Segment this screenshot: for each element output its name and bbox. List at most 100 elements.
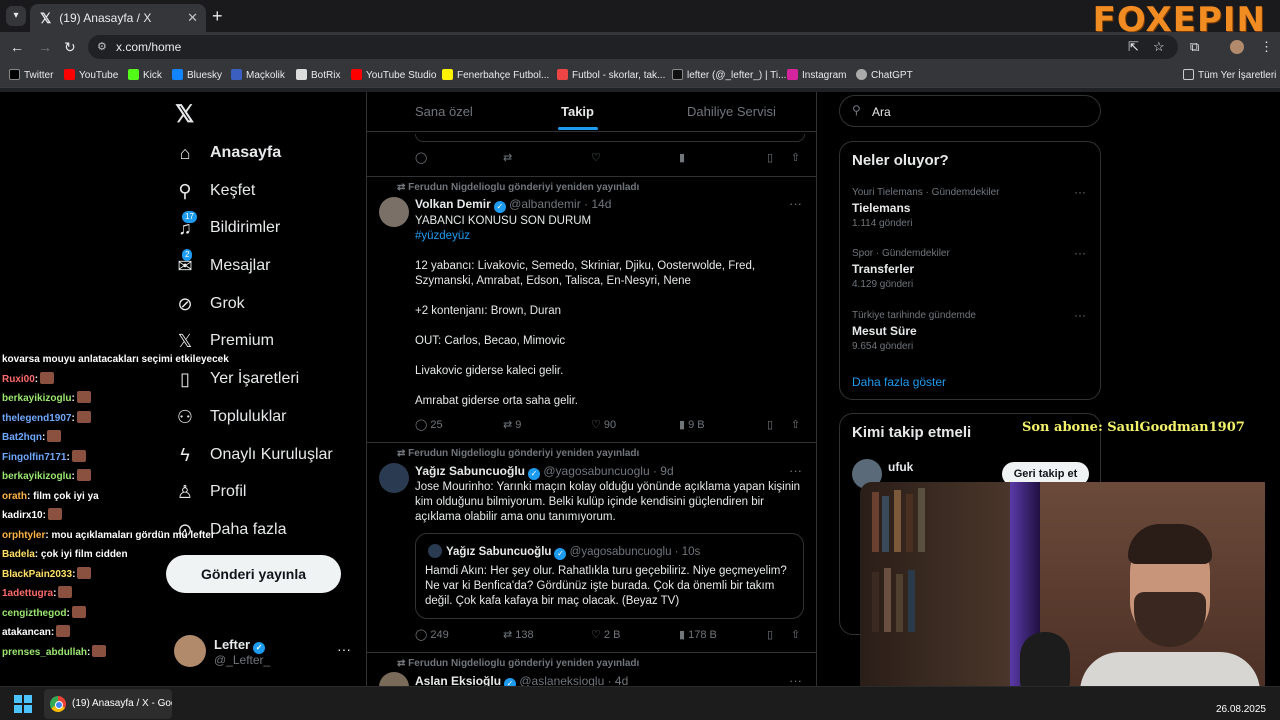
tab-following[interactable]: Takip (561, 104, 594, 119)
address-bar[interactable]: ⚙ x.com/home (88, 35, 1178, 59)
stream-chat-overlay: kovarsa mouyu anlatacakları seçimi etkil… (2, 350, 242, 662)
like-icon[interactable]: ♡ (591, 151, 601, 164)
tab-search-icon[interactable]: ▾ (6, 6, 26, 26)
more-icon[interactable]: ··· (1074, 246, 1086, 260)
tweet-header: Volkan Demir ✓ @albandemir · 14d (415, 197, 612, 213)
emote-icon (71, 605, 86, 618)
more-icon[interactable]: ··· (1074, 308, 1086, 322)
show-more-link[interactable]: Daha fazla göster (852, 375, 946, 389)
more-icon[interactable]: ··· (1074, 185, 1086, 199)
repost-button[interactable]: ⇄ 9 (503, 418, 521, 431)
sidebar-item-home[interactable]: ⌂ Anasayfa (174, 142, 282, 164)
quoted-tweet[interactable]: Yağız Sabuncuoğlu ✓ @yagosabuncuoglu · 10… (415, 533, 804, 619)
trend-item[interactable]: Türkiye tarihinde gündemde Mesut Süre 9.… (852, 308, 1092, 352)
avatar[interactable] (379, 463, 409, 493)
emote-icon (77, 566, 92, 579)
back-icon[interactable]: ← (10, 39, 24, 55)
bookmark-instagram[interactable]: Instagram (787, 69, 846, 81)
reload-icon[interactable]: ↻ (64, 39, 76, 56)
bookmark-chatgpt[interactable]: ChatGPT (856, 69, 913, 81)
profile-avatar-icon[interactable] (1230, 40, 1244, 54)
chat-username: berkayikizoglu (2, 393, 72, 404)
sidebar-item-grok[interactable]: ⊘ Grok (174, 293, 244, 315)
bookmark-icon[interactable]: ▯ (767, 628, 773, 641)
tiktok-icon (672, 69, 683, 80)
repost-button[interactable]: ⇄ 138 (503, 628, 534, 641)
sidebar-item-premium[interactable]: 𝕏 Premium (174, 330, 274, 352)
share-icon[interactable]: ⇧ (791, 628, 800, 641)
x-logo[interactable]: 𝕏 (175, 100, 194, 129)
bookmark-fenerbahce[interactable]: Fenerbahçe Futbol... (442, 69, 549, 81)
views-icon[interactable]: ▮ (679, 151, 685, 164)
share-icon[interactable]: ⇧ (791, 418, 800, 431)
search-icon: ⚲ (852, 103, 861, 117)
chat-username: Bat2hqn (2, 432, 42, 443)
trend-item[interactable]: Youri Tielemans · Gündemdekiler Tieleman… (852, 185, 1092, 229)
follow-suggestion-name[interactable]: ufuk (888, 460, 913, 474)
bookmark-icon[interactable]: ▯ (767, 418, 773, 431)
sidebar-item-notifications[interactable]: ♫ 17 Bildirimler (174, 211, 280, 239)
like-button[interactable]: ♡ 2 B (591, 628, 620, 641)
menu-icon[interactable]: ⋮ (1260, 39, 1273, 55)
more-icon[interactable]: ··· (337, 641, 351, 657)
browser-tab[interactable]: 𝕏 (19) Anasayfa / X ✕ (30, 4, 206, 32)
taskbar-chrome-app[interactable]: (19) Anasayfa / X - Goog (44, 689, 172, 719)
more-icon[interactable]: ··· (789, 463, 802, 478)
extensions-icon[interactable]: ⧉ (1190, 39, 1199, 55)
windows-start-icon[interactable] (14, 695, 32, 713)
chat-text: : (71, 393, 75, 404)
sidebar-item-messages[interactable]: ✉ 2 Mesajlar (174, 249, 270, 277)
chat-text: : (71, 412, 75, 424)
all-bookmarks-folder[interactable]: Tüm Yer İşaretleri (1183, 69, 1276, 81)
star-icon[interactable]: ☆ (1153, 39, 1165, 55)
hashtag-link[interactable]: #yüzdeyüz (415, 229, 805, 244)
more-icon[interactable]: ··· (789, 196, 802, 211)
bookmark-bluesky[interactable]: Bluesky (172, 69, 222, 81)
tweet-header: Yağız Sabuncuoğlu ✓ @yagosabuncuoglu · 9d (415, 464, 674, 480)
bookmark-futbol[interactable]: Futbol - skorlar, tak... (557, 69, 665, 81)
repost-icon[interactable]: ⇄ (503, 151, 512, 164)
forward-icon[interactable]: → (38, 39, 52, 55)
chat-text: : film çok iyi ya (27, 490, 99, 502)
tab-dahiliye-servisi[interactable]: Dahiliye Servisi (687, 104, 776, 119)
bluesky-icon (172, 69, 183, 80)
bookmark-tiktok[interactable]: lefter (@_lefter_) | Ti... (672, 69, 786, 81)
bookmark-icon[interactable]: ▯ (767, 151, 773, 164)
tweet-text: YABANCI KONUSU SON DURUM #yüzdeyüz 12 yaba… (415, 214, 805, 409)
bookmark-botrix[interactable]: BotRix (296, 69, 340, 81)
avatar[interactable] (379, 197, 409, 227)
bookmark-mackolik[interactable]: Maçkolik (231, 69, 285, 81)
search-input[interactable]: ⚲ Ara (839, 95, 1101, 127)
tab-for-you[interactable]: Sana özel (415, 104, 473, 119)
site-info-icon[interactable]: ⚙ (97, 40, 107, 53)
like-button[interactable]: ♡ 90 (591, 418, 616, 431)
bookmark-youtube[interactable]: YouTube (64, 69, 118, 81)
sidebar-item-explore[interactable]: ⚲ Keşfet (174, 180, 255, 202)
chat-message: berkayikizoglu: (2, 467, 242, 487)
new-tab-button[interactable]: + (212, 6, 223, 27)
book (896, 574, 903, 632)
reply-button[interactable]: ◯ 25 (415, 418, 443, 431)
views-button[interactable]: ▮ 9 B (679, 418, 705, 431)
reply-icon[interactable]: ◯ (415, 151, 427, 164)
install-app-icon[interactable]: ⇱ (1128, 39, 1139, 55)
bookmark-youtube-studio[interactable]: YouTube Studio (351, 69, 436, 81)
tweet-actions: ◯ 25 ⇄ 9 ♡ 90 ▮ 9 B ▯ ⇧ (415, 418, 809, 434)
emote-icon (76, 391, 91, 403)
bell-icon: ♫ 17 (174, 211, 197, 239)
views-button[interactable]: ▮ 178 B (679, 628, 717, 641)
trends-title: Neler oluyor? (852, 152, 949, 169)
bookmark-kick[interactable]: Kick (128, 69, 162, 81)
reply-button[interactable]: ◯ 249 (415, 628, 449, 641)
book (906, 494, 913, 552)
share-icon[interactable]: ⇧ (791, 151, 800, 164)
tab-strip: ▾ 𝕏 (19) Anasayfa / X ✕ + FOXEPIN (0, 0, 1280, 40)
youtube-icon (64, 69, 75, 80)
main-feed: Sana özel Takip Dahiliye Servisi ◯ ⇄ ♡ ▮… (366, 92, 817, 702)
tweet-line (415, 379, 805, 394)
trend-item[interactable]: Spor · Gündemdekiler Transferler 4.129 g… (852, 246, 1092, 290)
chat-message: Ruxi00: (2, 370, 242, 390)
close-tab-icon[interactable]: ✕ (187, 10, 198, 26)
tweet-text: Jose Mourinho: Yarınki maçın kolay olduğ… (415, 481, 801, 523)
bookmark-twitter[interactable]: Twitter (9, 69, 53, 81)
